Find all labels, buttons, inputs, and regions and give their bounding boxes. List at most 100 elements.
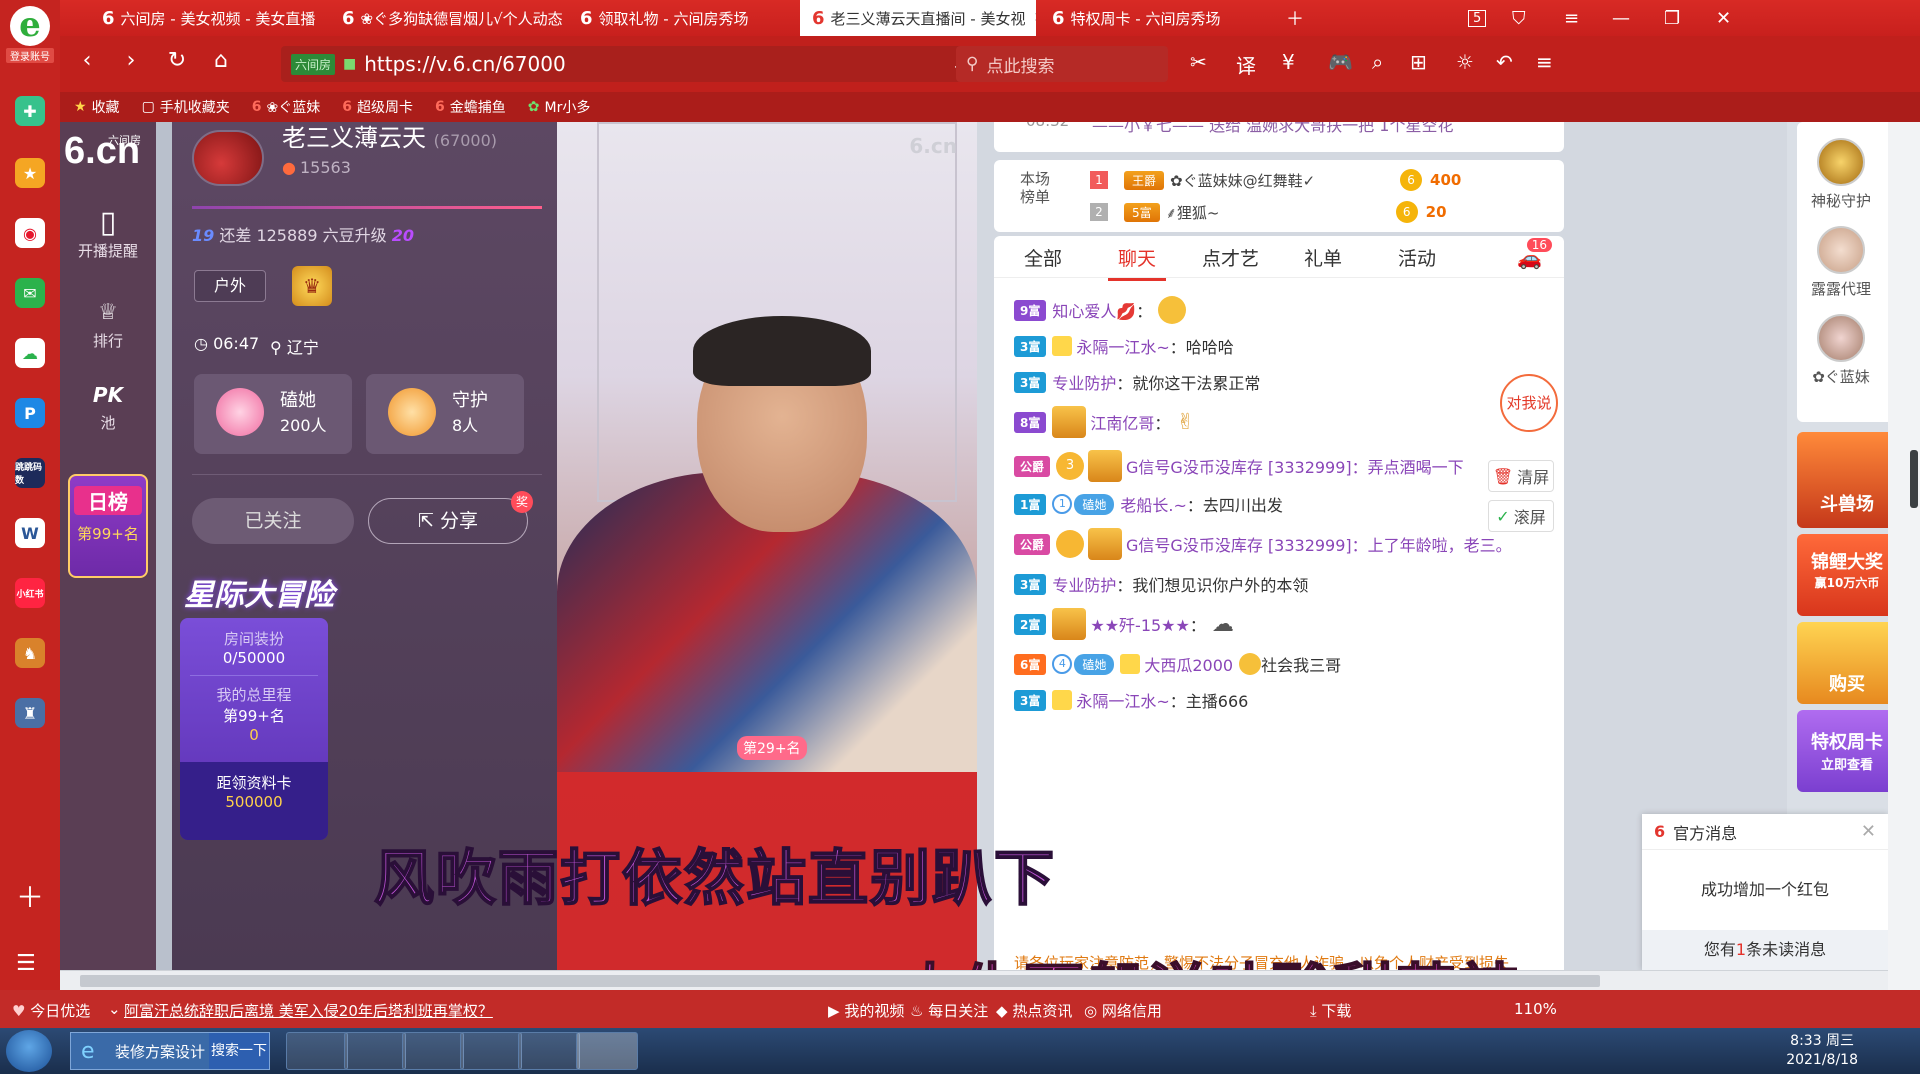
url-input[interactable]: 六间房 ■ https://v.6.cn/67000 ⌄ (281, 46, 977, 82)
bookmark-favorites[interactable]: ★ 收藏 (74, 97, 120, 117)
guard-2[interactable]: 露露代理 (1811, 226, 1871, 299)
tab-3[interactable]: 6 领取礼物 - 六间房秀场 (568, 0, 800, 36)
share-button[interactable]: ⇱ 分享 奖 (368, 491, 533, 544)
news-icon[interactable]: 跳跳码数 (15, 458, 45, 488)
more-menu-icon[interactable]: ≡ (1536, 50, 1553, 74)
medal-icon[interactable]: ♛ (292, 266, 332, 306)
taskbar-ie-search[interactable]: e 装修方案设计 搜索一下 (70, 1032, 270, 1070)
gamepad-icon[interactable]: 🎮 (1328, 50, 1353, 74)
host-avatar[interactable] (192, 130, 264, 186)
bookmark-weekcard[interactable]: 6 超级周卡 (342, 97, 413, 117)
coin-icon[interactable]: ¥ (1282, 50, 1295, 74)
scroll-thumb[interactable] (1910, 450, 1918, 508)
cloud-icon[interactable]: ☁ (15, 338, 45, 368)
koi-prize-promo[interactable]: 锦鲤大奖 赢10万六币 (1797, 534, 1888, 616)
refresh-icon[interactable]: ↻ (162, 48, 192, 73)
tab-2[interactable]: 6 ❀ぐ多狗缺德冒烟儿√个人动态 (330, 0, 562, 36)
daily-follow-link[interactable]: ♨ 每日关注 (910, 1000, 988, 1021)
apps-grid-icon[interactable]: ⊞ (1410, 50, 1427, 74)
game2-icon[interactable]: ♜ (15, 698, 45, 728)
taskbar-browser-app[interactable] (460, 1032, 522, 1070)
browser-logo[interactable]: e 登录账号 (6, 6, 54, 64)
scroll-screen-button[interactable]: ✓ 滚屏 (1488, 500, 1554, 532)
tab-1[interactable]: 6 六间房 - 美女视频 - 美女直播 (90, 0, 322, 36)
tab-5[interactable]: 6 特权周卡 - 六间房秀场 (1040, 0, 1272, 36)
category-tag[interactable]: 户外 (194, 270, 266, 302)
add-icon[interactable]: ＋ (16, 884, 44, 912)
mail-icon[interactable]: ✉ (15, 278, 45, 308)
menu-icon[interactable]: ≡ (1564, 0, 1579, 36)
zoom-level[interactable]: 110% (1514, 1000, 1557, 1018)
tab-talent[interactable]: 点才艺 (1202, 244, 1259, 271)
tab-count[interactable]: 5 (1468, 0, 1487, 36)
taskbar-folder-app[interactable] (402, 1032, 464, 1070)
word-icon[interactable]: W (15, 518, 45, 548)
taskbar-player-app[interactable] (518, 1032, 580, 1070)
tab-gifts[interactable]: 礼单 (1304, 244, 1342, 271)
forward-icon[interactable]: › (116, 48, 146, 73)
hot-news-link[interactable]: ◆ 热点资讯 (996, 1000, 1072, 1021)
daily-rank-card[interactable]: 日榜 第99+名 (68, 474, 148, 578)
site-logo[interactable]: 6.cn 六间房 (64, 130, 154, 178)
taskbar-k-app[interactable] (286, 1032, 348, 1070)
list-menu-icon[interactable]: ☰ (16, 950, 36, 978)
start-button[interactable] (6, 1030, 52, 1072)
bookmark-fish[interactable]: 6 金蟾捕鱼 (435, 97, 506, 117)
p-icon[interactable]: P (15, 398, 45, 428)
search-input[interactable]: ⚲ 点此搜索 (956, 46, 1168, 82)
clear-screen-button[interactable]: 🗑 清屏 (1488, 460, 1554, 492)
rank-row-1[interactable]: 1 王爵 ✿ぐ蓝妹妹@红舞鞋✓ 6 400 (1090, 166, 1461, 194)
guard-card[interactable]: 守护 8人 (366, 374, 524, 454)
zoom-icon[interactable]: ⌕ (1372, 50, 1383, 74)
tab-chat[interactable]: 聊天 (1107, 244, 1167, 281)
weibo-icon[interactable]: ◉ (15, 218, 45, 248)
skin-icon[interactable]: ⛉ (1512, 0, 1526, 36)
plus-cross-icon[interactable]: ✚ (15, 96, 45, 126)
minimize-icon[interactable]: — (1612, 0, 1630, 36)
taskbar-ie-app[interactable] (344, 1032, 406, 1070)
tab-4-active[interactable]: 6老三义薄云天直播间 - 美女视✕ (800, 0, 1036, 36)
download-button[interactable]: ⤓ 下载 (1310, 1000, 1351, 1021)
broadcast-remind[interactable]: ▯ 开播提醒 (60, 206, 156, 261)
headline-link[interactable]: 阿富汗总统辞职后离境 美军入侵20年后塔利班再掌权？ (124, 1000, 493, 1021)
star-adventure-widget[interactable]: 星际大冒险 房间装扮 0/50000 我的总里程 第99+名 0 距领资料卡 5… (180, 526, 338, 840)
star-icon[interactable]: ★ (15, 158, 45, 188)
beast-arena-promo[interactable]: 斗兽场 (1797, 432, 1888, 528)
car-icon[interactable]: 🚗 16 (1517, 238, 1552, 270)
kiss-her-card[interactable]: 磕她 200人 (194, 374, 352, 454)
new-tab-icon[interactable]: ＋ (1286, 0, 1304, 36)
tab-all[interactable]: 全部 (1024, 244, 1062, 271)
cut-icon[interactable]: ✂ (1190, 50, 1207, 74)
close-icon[interactable]: ✕ (1861, 821, 1876, 842)
buy-promo[interactable]: 购买 (1797, 622, 1888, 704)
pk-pool[interactable]: PK 池 (60, 378, 156, 433)
undo-icon[interactable]: ↶ (1496, 50, 1513, 74)
today-pick[interactable]: ♥ 今日优选 (12, 1000, 90, 1021)
bookmark-mrxiaoduo[interactable]: ✿ Mr小多 (528, 97, 591, 117)
tab-activity[interactable]: 活动 (1398, 244, 1436, 271)
rank-row-2[interactable]: 2 5富 ⸙狸狐~ 6 20 (1090, 198, 1447, 226)
translate-icon[interactable]: 译 (1236, 50, 1256, 79)
chevron-down-icon[interactable]: ⌄ (108, 1000, 121, 1018)
rank-nav[interactable]: ♕ 排行 (60, 296, 156, 351)
close-window-icon[interactable]: ✕ (1716, 0, 1731, 36)
scroll-thumb[interactable] (80, 975, 1600, 987)
home-icon[interactable]: ⌂ (206, 48, 236, 73)
game-icon[interactable]: ♞ (15, 638, 45, 668)
system-clock[interactable]: 8:33 周三 2021/8/18 (1786, 1032, 1858, 1070)
brightness-icon[interactable]: ☼ (1456, 50, 1474, 74)
vertical-scrollbar[interactable] (1888, 122, 1920, 990)
taskbar-game-app[interactable] (576, 1032, 638, 1070)
unread-messages-link[interactable]: 您有1条未读消息 (1642, 930, 1888, 970)
guard-1[interactable]: 神秘守护 (1811, 138, 1871, 211)
my-video-link[interactable]: ▶ 我的视频 (828, 1000, 904, 1021)
privilege-weekcard-promo[interactable]: 特权周卡 立即查看 (1797, 710, 1888, 792)
net-credit-link[interactable]: ◎ 网络信用 (1084, 1000, 1162, 1021)
say-to-me-button[interactable]: 对我说 (1500, 374, 1558, 432)
xiaohongshu-icon[interactable]: 小红书 (15, 578, 45, 608)
horizontal-scrollbar[interactable] (60, 970, 1888, 990)
back-icon[interactable]: ‹ (72, 48, 102, 73)
guard-3[interactable]: ✿ぐ蓝妹 (1811, 314, 1871, 387)
bookmark-lanmei[interactable]: 6 ❀ぐ蓝妹 (252, 97, 320, 117)
bookmark-mobile[interactable]: ▢ 手机收藏夹 (142, 97, 230, 117)
